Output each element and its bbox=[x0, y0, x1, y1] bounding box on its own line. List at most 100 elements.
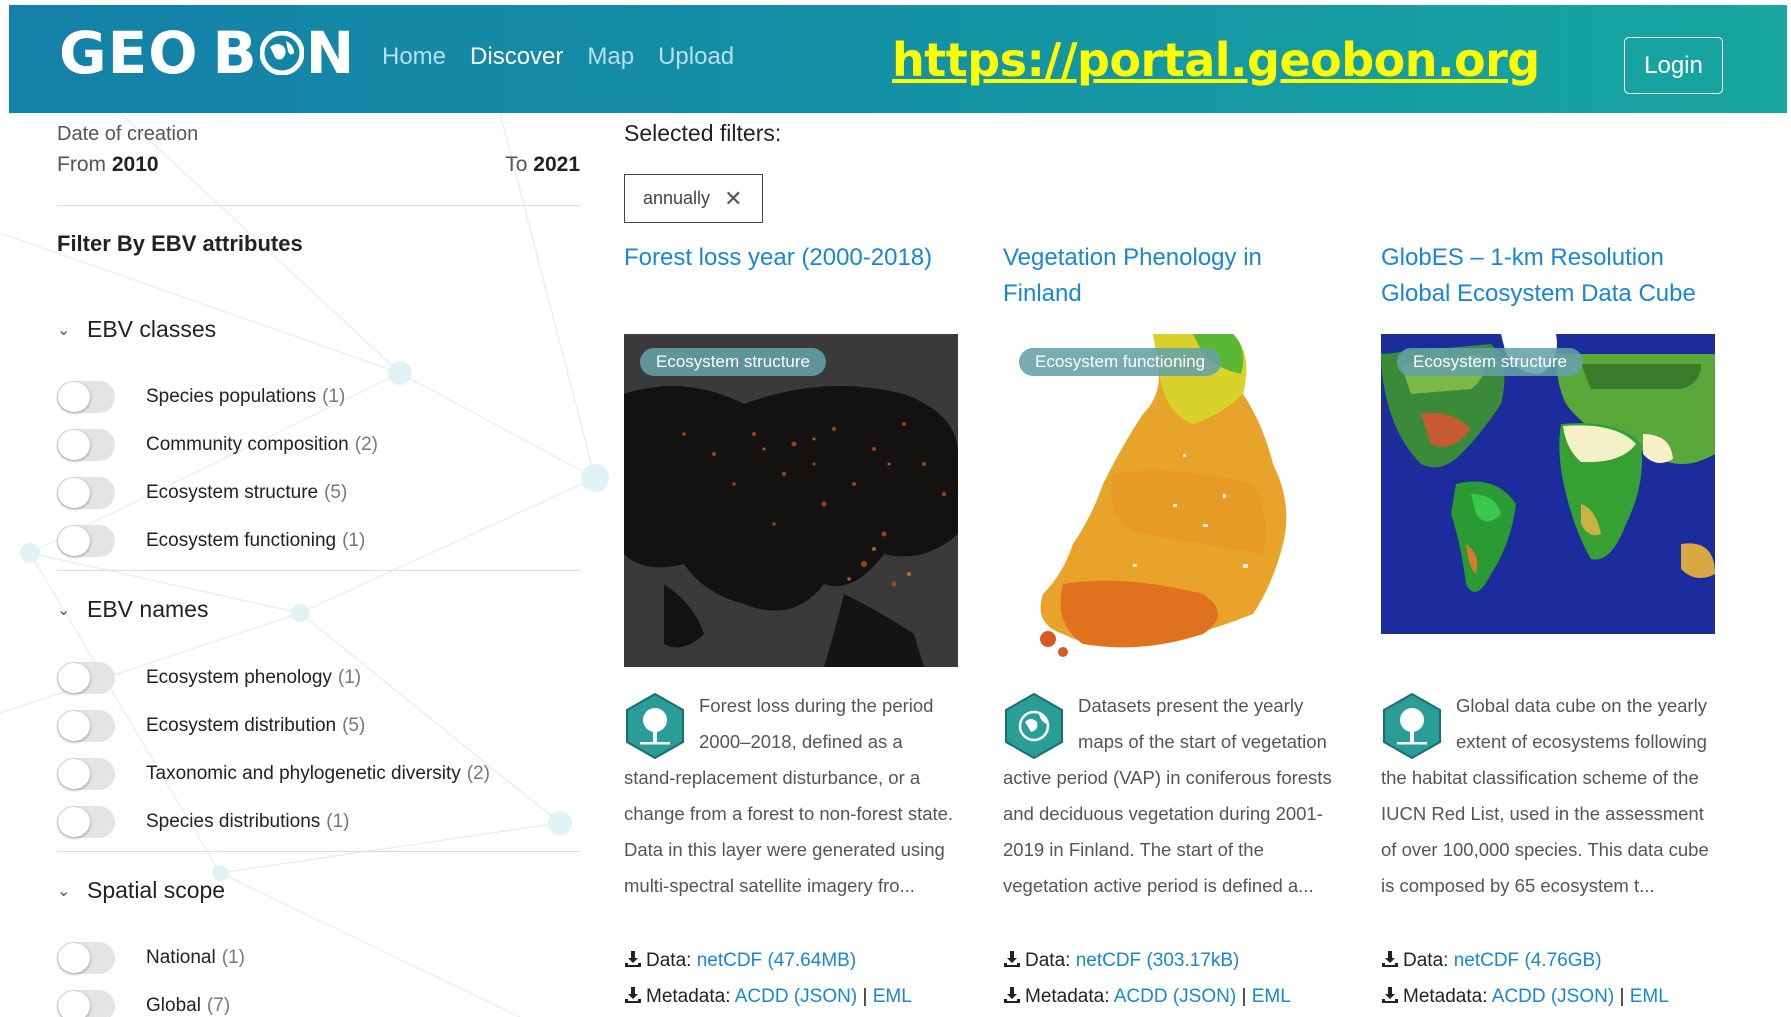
finland-phenology-map-image bbox=[1003, 334, 1337, 667]
download-icon bbox=[1004, 951, 1020, 967]
filter-label: Taxonomic and phylogenetic diversity bbox=[146, 763, 461, 784]
filter-label: Ecosystem phenology bbox=[146, 667, 332, 688]
card-title-link[interactable]: Vegetation Phenology in Finland bbox=[1003, 240, 1337, 312]
dataset-card: Vegetation Phenology in Finland Ecosyste… bbox=[1003, 240, 1337, 1017]
logo-text-geo: GEO bbox=[59, 19, 199, 87]
card-title-link[interactable]: GlobES – 1-km Resolution Global Ecosyste… bbox=[1381, 240, 1715, 312]
download-icon bbox=[1382, 987, 1398, 1003]
data-download-row: Data: netCDF (47.64MB) bbox=[624, 950, 856, 972]
filter-label: Species populations bbox=[146, 386, 317, 407]
filter-count: (5) bbox=[342, 715, 366, 736]
login-button[interactable]: Login bbox=[1624, 37, 1723, 94]
filter-label: Ecosystem functioning bbox=[146, 530, 337, 551]
dataset-thumbnail[interactable]: Ecosystem structure bbox=[624, 334, 958, 667]
metadata-download-row: Metadata: ACDD (JSON) | EML bbox=[624, 986, 912, 1008]
section-spatial-scope[interactable]: ⌄ Spatial scope bbox=[57, 877, 225, 904]
eml-link[interactable]: EML bbox=[873, 986, 912, 1007]
filter-count: (2) bbox=[466, 763, 490, 784]
netcdf-download-link[interactable]: netCDF (303.17kB) bbox=[1076, 950, 1240, 971]
toggle-switch[interactable] bbox=[57, 990, 115, 1017]
from-label: From bbox=[57, 153, 106, 176]
globe-icon bbox=[259, 31, 304, 75]
nav-upload[interactable]: Upload bbox=[658, 43, 734, 71]
card-description: Forest loss during the period 2000–2018,… bbox=[624, 688, 958, 904]
section-title: Spatial scope bbox=[87, 877, 226, 903]
separator: | bbox=[862, 986, 868, 1007]
download-icon bbox=[1382, 951, 1398, 967]
divider bbox=[57, 570, 580, 571]
nav-home[interactable]: Home bbox=[382, 43, 446, 71]
to-value: 2021 bbox=[533, 153, 580, 176]
data-download-row: Data: netCDF (303.17kB) bbox=[1003, 950, 1239, 972]
data-label: Data: bbox=[1025, 950, 1071, 971]
portal-url-annotation: https://portal.geobon.org bbox=[892, 33, 1540, 87]
nav-map[interactable]: Map bbox=[587, 43, 634, 71]
dataset-thumbnail[interactable]: Ecosystem structure bbox=[1381, 334, 1715, 667]
toggle-switch[interactable] bbox=[57, 806, 115, 838]
divider bbox=[57, 205, 580, 206]
ebv-class-badge: Ecosystem functioning bbox=[1019, 348, 1222, 376]
metadata-download-row: Metadata: ACDD (JSON) | EML bbox=[1381, 986, 1669, 1008]
toggle-switch[interactable] bbox=[57, 525, 115, 557]
acdd-json-link[interactable]: ACDD (JSON) bbox=[735, 986, 857, 1007]
filter-ecosystem-distribution: Ecosystem distribution (5) bbox=[57, 708, 580, 744]
globe-leaf-hex-icon bbox=[1005, 692, 1063, 760]
filter-species-distributions: Species distributions (1) bbox=[57, 804, 580, 840]
main-nav: Home Discover Map Upload bbox=[382, 43, 734, 71]
toggle-switch[interactable] bbox=[57, 477, 115, 509]
logo-text-n: N bbox=[305, 19, 356, 87]
filter-label: Ecosystem distribution bbox=[146, 715, 337, 736]
geobon-logo[interactable]: GEO B N bbox=[59, 19, 355, 87]
eml-link[interactable]: EML bbox=[1252, 986, 1291, 1007]
filter-taxonomic-phylogenetic-diversity: Taxonomic and phylogenetic diversity (2) bbox=[57, 756, 580, 792]
acdd-json-link[interactable]: ACDD (JSON) bbox=[1492, 986, 1614, 1007]
tree-hex-icon bbox=[626, 692, 684, 760]
filter-label: Species distributions bbox=[146, 811, 321, 832]
dataset-thumbnail[interactable]: Ecosystem functioning bbox=[1003, 334, 1337, 667]
filter-chip-annually[interactable]: annually ✕ bbox=[624, 174, 763, 223]
date-of-creation-label: Date of creation bbox=[57, 123, 199, 145]
netcdf-download-link[interactable]: netCDF (47.64MB) bbox=[697, 950, 856, 971]
filter-label: Global bbox=[146, 995, 201, 1016]
to-range: To 2021 bbox=[505, 153, 580, 177]
filter-community-composition: Community composition (2) bbox=[57, 427, 580, 463]
separator: | bbox=[1241, 986, 1247, 1007]
nav-discover[interactable]: Discover bbox=[470, 43, 563, 71]
toggle-switch[interactable] bbox=[57, 429, 115, 461]
eml-link[interactable]: EML bbox=[1630, 986, 1669, 1007]
section-ebv-classes[interactable]: ⌄ EBV classes bbox=[57, 316, 216, 343]
filter-label: National bbox=[146, 947, 216, 968]
from-value: 2010 bbox=[111, 153, 159, 176]
filter-label: Ecosystem structure bbox=[146, 482, 319, 503]
ebv-class-badge: Ecosystem structure bbox=[640, 348, 826, 376]
toggle-switch[interactable] bbox=[57, 942, 115, 974]
close-icon[interactable]: ✕ bbox=[724, 186, 742, 212]
filter-count: (5) bbox=[324, 482, 348, 503]
dataset-card: Forest loss year (2000-2018) Ecosystem s… bbox=[624, 240, 958, 1017]
selected-filters-label: Selected filters: bbox=[624, 120, 782, 146]
toggle-switch[interactable] bbox=[57, 758, 115, 790]
chevron-down-icon: ⌄ bbox=[57, 321, 71, 339]
filter-label: Community composition bbox=[146, 434, 349, 455]
metadata-label: Metadata: bbox=[646, 986, 731, 1007]
data-label: Data: bbox=[646, 950, 692, 971]
metadata-label: Metadata: bbox=[1403, 986, 1488, 1007]
card-title-link[interactable]: Forest loss year (2000-2018) bbox=[624, 240, 958, 312]
date-range[interactable]: From 2010 To 2021 bbox=[57, 153, 580, 177]
metadata-download-row: Metadata: ACDD (JSON) | EML bbox=[1003, 986, 1291, 1008]
toggle-switch[interactable] bbox=[57, 381, 115, 413]
toggle-switch[interactable] bbox=[57, 662, 115, 694]
chip-label: annually bbox=[643, 188, 711, 208]
filter-ecosystem-structure: Ecosystem structure (5) bbox=[57, 475, 580, 511]
chevron-down-icon: ⌄ bbox=[57, 601, 71, 619]
download-icon bbox=[625, 951, 641, 967]
toggle-switch[interactable] bbox=[57, 710, 115, 742]
acdd-json-link[interactable]: ACDD (JSON) bbox=[1114, 986, 1236, 1007]
netcdf-download-link[interactable]: netCDF (4.76GB) bbox=[1454, 950, 1602, 971]
to-label: To bbox=[505, 153, 528, 176]
global-ecosystem-map-image bbox=[1381, 334, 1715, 667]
filter-count: (2) bbox=[354, 434, 378, 455]
download-icon bbox=[1004, 987, 1020, 1003]
top-navbar: GEO B N Home Discover Map Upload https:/… bbox=[9, 5, 1787, 113]
section-ebv-names[interactable]: ⌄ EBV names bbox=[57, 596, 208, 623]
